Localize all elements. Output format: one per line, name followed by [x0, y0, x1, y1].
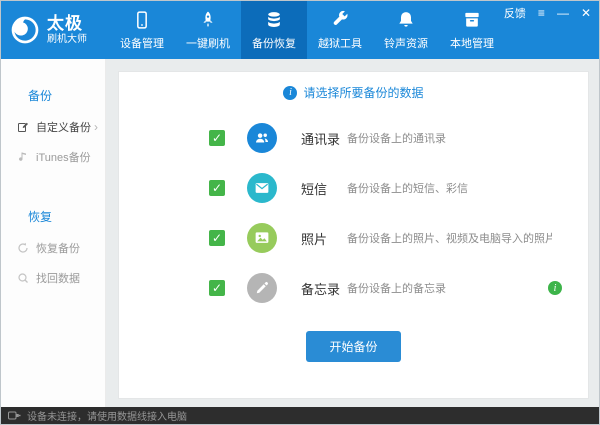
sidebar-section-backup: 备份 自定义备份 › iTunes备份	[1, 87, 105, 172]
list-item-sms: ✓ 短信 备份设备上的短信、彩信	[209, 163, 588, 213]
list-item-memo: ✓ 备忘录 备份设备上的备忘录 i	[209, 263, 588, 313]
menu-icon[interactable]: ≡	[538, 7, 545, 19]
nav-label: 铃声资源	[384, 37, 428, 50]
sidebar-item-label: 自定义备份	[36, 122, 91, 134]
usb-icon	[8, 411, 21, 420]
item-description: 备份设备上的备忘录	[347, 283, 446, 295]
app-window: 太极 刷机大师 设备管理 一键刷机 备份恢复 越狱工具 铃声资源 本地管理 反馈…	[0, 0, 600, 425]
topbar: 太极 刷机大师 设备管理 一键刷机 备份恢复 越狱工具 铃声资源 本地管理 反馈…	[1, 1, 599, 59]
sidebar-item-custom-backup[interactable]: 自定义备份 ›	[1, 112, 105, 142]
nav-label: 备份恢复	[252, 37, 296, 50]
nav-label: 一键刷机	[186, 37, 230, 50]
list-item-contacts: ✓ 通讯录 备份设备上的通讯录	[209, 113, 588, 163]
window-controls: 反馈 ≡ — ✕	[504, 5, 591, 21]
memo-icon	[247, 273, 277, 303]
sidebar-section-title: 恢复	[28, 210, 53, 224]
status-text: 设备未连接，请使用数据线接入电脑	[27, 412, 187, 423]
app-brand: 太极 刷机大师	[1, 1, 109, 59]
nav-item-jailbreak-tools[interactable]: 越狱工具	[307, 1, 373, 59]
item-name: 备忘录	[301, 281, 341, 297]
app-name: 太极	[47, 14, 83, 34]
sidebar-item-label: iTunes备份	[36, 152, 91, 164]
content-area: i 请选择所要备份的数据 ✓ 通讯录 备份设备上的通讯录 ✓ 短信 备份设备上的…	[106, 59, 599, 407]
main-nav: 设备管理 一键刷机 备份恢复 越狱工具 铃声资源 本地管理	[109, 1, 505, 59]
banner: i 请选择所要备份的数据	[119, 84, 588, 101]
sidebar-section-title: 备份	[28, 89, 53, 103]
minimize-icon[interactable]: —	[557, 7, 569, 19]
sidebar-item-restore-backup[interactable]: 恢复备份	[1, 233, 105, 263]
item-name: 短信	[301, 181, 328, 197]
recover-data-icon	[16, 272, 29, 284]
sms-checkbox[interactable]: ✓	[209, 180, 225, 196]
flash-icon	[198, 10, 218, 30]
item-description: 备份设备上的照片、视频及电脑导入的照片	[347, 233, 552, 245]
body: 备份 自定义备份 › iTunes备份 恢复 恢复备份 找回数据 i 请选择所要…	[1, 59, 599, 407]
sidebar: 备份 自定义备份 › iTunes备份 恢复 恢复备份 找回数据	[1, 59, 106, 407]
backup-panel: i 请选择所要备份的数据 ✓ 通讯录 备份设备上的通讯录 ✓ 短信 备份设备上的…	[118, 71, 589, 399]
close-icon[interactable]: ✕	[581, 7, 591, 19]
brand-text: 太极 刷机大师	[47, 14, 87, 45]
edit-pencil-icon	[16, 121, 29, 133]
nav-item-ringtone-resources[interactable]: 铃声资源	[373, 1, 439, 59]
contacts-icon	[247, 123, 277, 153]
local-icon	[462, 10, 482, 30]
sidebar-section-restore: 恢复 恢复备份 找回数据	[1, 208, 105, 293]
item-name: 照片	[301, 231, 328, 247]
tools-icon	[330, 10, 350, 30]
statusbar: 设备未连接，请使用数据线接入电脑	[1, 407, 599, 424]
photos-checkbox[interactable]: ✓	[209, 230, 225, 246]
backup-item-list: ✓ 通讯录 备份设备上的通讯录 ✓ 短信 备份设备上的短信、彩信 ✓ 照片 备份…	[119, 113, 588, 313]
item-description: 备份设备上的短信、彩信	[347, 183, 468, 195]
nav-item-local-manage[interactable]: 本地管理	[439, 1, 505, 59]
chevron-right-icon: ›	[94, 120, 98, 134]
nav-label: 本地管理	[450, 37, 494, 50]
music-note-icon	[16, 151, 29, 163]
nav-item-one-key-flash[interactable]: 一键刷机	[175, 1, 241, 59]
nav-item-device-manage[interactable]: 设备管理	[109, 1, 175, 59]
photos-icon	[247, 223, 277, 253]
button-row: 开始备份	[119, 331, 588, 362]
app-subtitle: 刷机大师	[47, 34, 87, 46]
nav-label: 越狱工具	[318, 37, 362, 50]
sidebar-item-itunes-backup[interactable]: iTunes备份	[1, 142, 105, 172]
memo-info-icon[interactable]: i	[548, 281, 562, 295]
item-description: 备份设备上的通讯录	[347, 133, 446, 145]
taiji-logo-icon	[9, 14, 41, 46]
device-icon	[132, 10, 152, 30]
memo-checkbox[interactable]: ✓	[209, 280, 225, 296]
banner-text: 请选择所要备份的数据	[303, 86, 424, 100]
contacts-checkbox[interactable]: ✓	[209, 130, 225, 146]
restore-arrow-icon	[16, 242, 29, 254]
sidebar-item-label: 找回数据	[36, 273, 80, 285]
nav-label: 设备管理	[120, 37, 164, 50]
ringtone-icon	[396, 10, 416, 30]
nav-item-backup-restore[interactable]: 备份恢复	[241, 1, 307, 59]
sidebar-item-label: 恢复备份	[36, 243, 80, 255]
info-icon: i	[283, 85, 298, 100]
backup-icon	[264, 10, 284, 30]
feedback-link[interactable]: 反馈	[504, 5, 526, 21]
start-backup-button[interactable]: 开始备份	[306, 331, 401, 362]
sidebar-item-recover-data[interactable]: 找回数据	[1, 263, 105, 293]
list-item-photos: ✓ 照片 备份设备上的照片、视频及电脑导入的照片	[209, 213, 588, 263]
item-name: 通讯录	[301, 131, 341, 147]
sms-icon	[247, 173, 277, 203]
